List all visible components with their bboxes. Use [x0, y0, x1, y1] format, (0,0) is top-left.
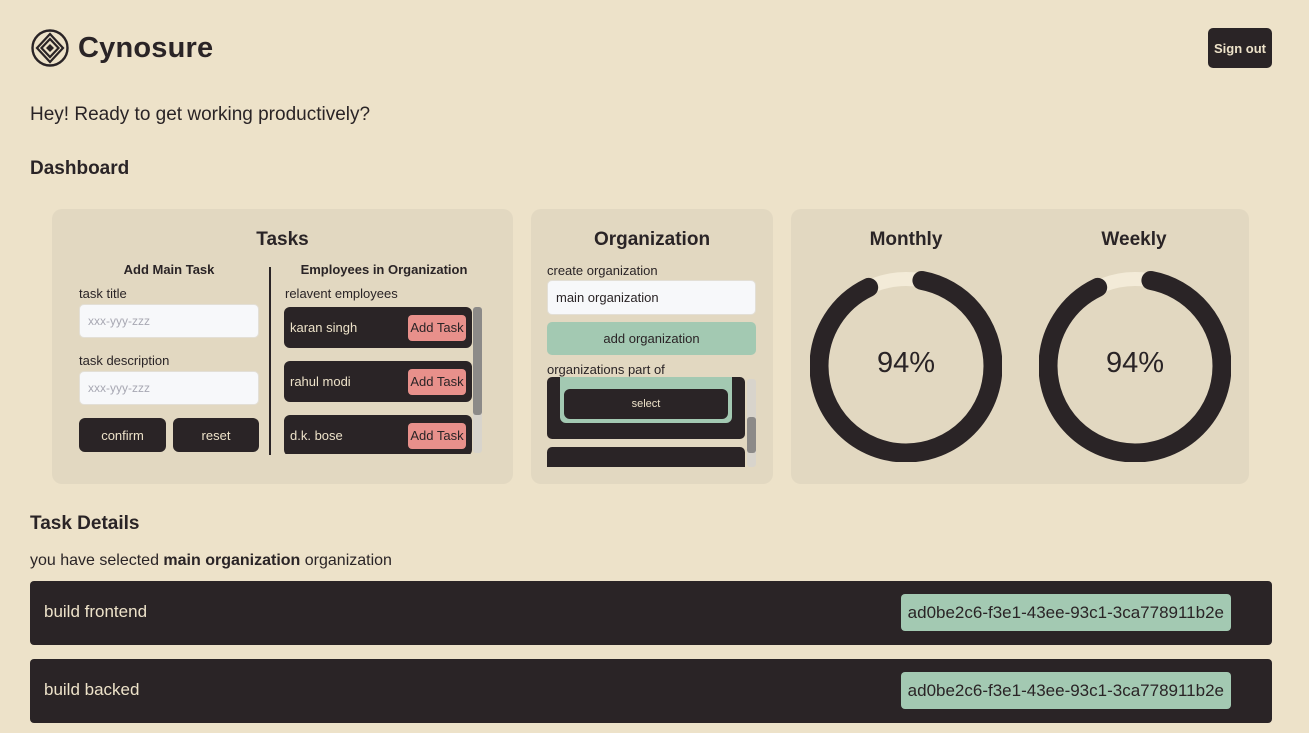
task-id-badge: ad0be2c6-f3e1-43ee-93c1-3ca778911b2e: [900, 594, 1231, 631]
selected-prefix: you have selected: [30, 552, 164, 569]
employee-list-scrollbar[interactable]: [473, 307, 482, 453]
employee-item: karan singh Add Task: [284, 307, 472, 348]
employee-list-scroll-thumb[interactable]: [473, 307, 482, 415]
selected-suffix: organization: [300, 552, 392, 569]
tasks-card-title: Tasks: [256, 229, 309, 250]
weekly-value: 94%: [1105, 347, 1165, 379]
weekly-title: Weekly: [1101, 229, 1167, 250]
sign-out-button[interactable]: Sign out: [1208, 28, 1272, 68]
add-task-button[interactable]: Add Task: [408, 368, 466, 395]
organization-item: select: [547, 377, 745, 439]
organization-list-scrollbar[interactable]: [747, 379, 756, 467]
add-organization-button[interactable]: add organization: [547, 322, 756, 355]
employee-item: d.k. bose Add Task: [284, 415, 472, 454]
create-organization-label: create organization: [547, 263, 658, 278]
task-title-label: task title: [79, 286, 127, 301]
add-task-button[interactable]: Add Task: [408, 314, 466, 341]
task-details-title: Task Details: [30, 513, 140, 534]
task-title-input[interactable]: [79, 304, 259, 338]
dashboard-title: Dashboard: [30, 158, 130, 179]
add-task-button[interactable]: Add Task: [408, 422, 466, 449]
employee-name: karan singh: [290, 320, 358, 335]
brand-name: Cynosure: [78, 31, 214, 64]
selected-organization-name: main organization: [163, 552, 301, 569]
task-id-badge: ad0be2c6-f3e1-43ee-93c1-3ca778911b2e: [900, 672, 1231, 709]
monthly-value: 94%: [876, 347, 936, 379]
organization-card-title: Organization: [593, 229, 711, 250]
add-main-task-heading: Add Main Task: [123, 262, 215, 277]
select-organization-button[interactable]: select: [564, 389, 728, 419]
task-row[interactable]: build backed ad0be2c6-f3e1-43ee-93c1-3ca…: [30, 659, 1272, 723]
reset-button[interactable]: reset: [173, 418, 259, 452]
brand-logo[interactable]: Cynosure: [30, 28, 213, 68]
task-title: build frontend: [44, 602, 148, 621]
task-description-input[interactable]: [79, 371, 259, 405]
employee-list: karan singh Add Task rahul modi Add Task…: [284, 306, 474, 454]
create-organization-input[interactable]: [547, 280, 756, 315]
task-row[interactable]: build frontend ad0be2c6-f3e1-43ee-93c1-3…: [30, 581, 1272, 645]
relevant-employees-label: relavent employees: [285, 286, 398, 301]
organization-card: Organization create organization add org…: [531, 209, 773, 484]
monthly-title: Monthly: [869, 229, 943, 250]
organization-list-scroll-thumb[interactable]: [747, 417, 756, 453]
task-description-label: task description: [79, 353, 170, 368]
stats-card: Monthly 94% Weekly 94%: [791, 209, 1249, 484]
header: Cynosure Sign out: [30, 28, 1272, 70]
task-title: build backed: [44, 680, 140, 699]
confirm-button[interactable]: confirm: [79, 418, 166, 452]
employee-name: rahul modi: [290, 374, 351, 389]
employees-heading: Employees in Organization: [300, 262, 468, 277]
employee-item: rahul modi Add Task: [284, 361, 472, 402]
column-divider: [269, 267, 271, 455]
tasks-card: Tasks Add Main Task task title task desc…: [52, 209, 513, 484]
organization-item-inner: select: [560, 377, 732, 423]
employee-name: d.k. bose: [290, 428, 343, 443]
organizations-part-of-label: organizations part of: [547, 362, 665, 377]
organization-list: select: [547, 377, 747, 467]
organization-item: [547, 447, 745, 467]
layered-diamond-logo-icon: [31, 29, 69, 67]
greeting-text: Hey! Ready to get working productively?: [30, 104, 371, 125]
selected-organization-text: you have selected main organization orga…: [30, 552, 392, 570]
